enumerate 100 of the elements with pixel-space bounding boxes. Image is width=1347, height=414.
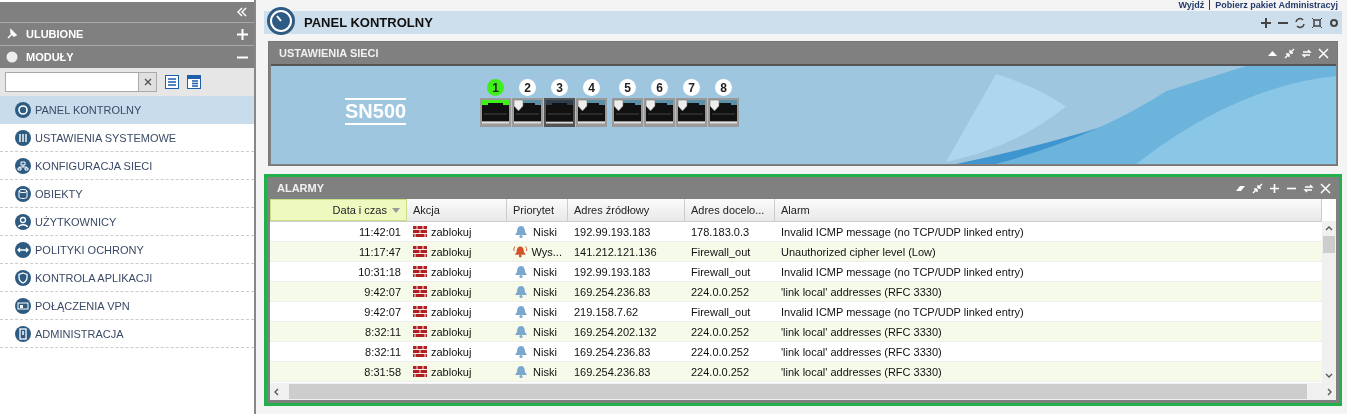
table-cell-text: 224.0.0.252 — [690, 325, 751, 338]
table-cell-text: Unauthorized cipher level (Low) — [780, 245, 937, 258]
pin-icon — [6, 28, 18, 40]
sidebar-item[interactable]: USTAWIENIA SYSTEMOWE — [0, 124, 254, 152]
sidebar-item[interactable]: PANEL KONTROLNY — [0, 96, 254, 124]
table-cell-text: Invalid ICMP message (no TCP/UDP linked entry) — [780, 225, 1025, 238]
scroll-down-icon[interactable] — [1325, 373, 1333, 378]
table-cell: zablokuj — [407, 345, 507, 358]
brick-wall-icon — [413, 346, 427, 357]
sliders-icon — [15, 129, 31, 146]
table-cell-text: 192.99.193.183 — [573, 225, 652, 238]
sidebar-item[interactable]: UŻYTKOWNICY — [0, 208, 254, 236]
table-cell-text: 224.0.0.252 — [690, 365, 751, 378]
panel-title: ALARMY — [277, 182, 326, 194]
close-icon[interactable] — [1320, 182, 1331, 194]
device-model: SN500 — [345, 98, 407, 125]
column-header[interactable]: Adres docelo... — [685, 199, 775, 221]
refresh-icon[interactable] — [1294, 16, 1306, 29]
column-header[interactable]: Priorytet — [507, 199, 568, 221]
user-icon — [15, 213, 31, 230]
ethernet-port-icon[interactable] — [612, 98, 644, 127]
brick-wall-icon — [413, 286, 427, 297]
brick-wall-icon — [413, 366, 427, 377]
column-header[interactable]: Adres źródłowy — [568, 199, 685, 221]
horizontal-scrollbar[interactable] — [270, 383, 1336, 400]
table-cell-text: Firewall_out — [690, 265, 752, 278]
tree-view-icon[interactable] — [187, 75, 201, 89]
database-icon — [15, 185, 31, 202]
table-cell-text: Firewall_out — [690, 245, 752, 258]
sidebar-item[interactable]: KONFIGURACJA SIECI — [0, 152, 254, 180]
port-number: 2 — [519, 79, 537, 96]
scroll-up-icon[interactable] — [1325, 226, 1333, 231]
shield-icon — [15, 269, 31, 286]
table-cell-text: 141.212.121.136 — [573, 245, 658, 258]
shrink-icon[interactable] — [1252, 182, 1263, 194]
table-cell: Niski — [507, 364, 568, 379]
table-cell-text: 11:17:47 — [358, 245, 402, 258]
sidebar-item[interactable]: POLITYKI OCHRONY — [0, 236, 254, 264]
port-number: 5 — [619, 79, 637, 96]
table-cell: zablokuj — [407, 365, 507, 378]
table-cell-text: 169.254.236.83 — [573, 345, 652, 358]
table-cell-text: 'link local' addresses (RFC 3330) — [780, 345, 943, 358]
table-cell-text: Invalid ICMP message (no TCP/UDP linked entry) — [780, 265, 1025, 278]
plus-icon — [237, 28, 248, 40]
table-cell-text: 219.158.7.62 — [573, 305, 640, 318]
ethernet-port-icon[interactable] — [480, 98, 512, 127]
brick-wall-icon — [413, 326, 427, 337]
sidebar-item[interactable]: KONTROLA APLIKACJI — [0, 264, 254, 292]
shrink-icon[interactable] — [1284, 47, 1295, 59]
column-header[interactable]: Akcja — [407, 199, 507, 221]
table-cell: zablokuj — [407, 305, 507, 318]
sidebar-item[interactable]: POŁĄCZENIA VPN — [0, 292, 254, 320]
table-cell: Niski — [507, 324, 568, 339]
table-cell-text: 169.254.236.83 — [573, 285, 652, 298]
port-number: 6 — [651, 79, 669, 96]
plus-icon[interactable] — [1260, 16, 1272, 29]
column-header[interactable]: Data i czas — [270, 199, 407, 221]
scroll-right-icon[interactable] — [1327, 387, 1332, 396]
section-header[interactable]: MODUŁY — [0, 45, 254, 68]
header-link[interactable]: Pobierz pakiet Administracyj — [1209, 0, 1338, 10]
ethernet-port-icon[interactable] — [576, 98, 608, 127]
port-number: 4 — [583, 79, 601, 96]
circle-icon — [6, 51, 18, 63]
collapse-icon[interactable] — [236, 7, 248, 17]
document-icon — [15, 325, 31, 342]
sort-down-icon — [392, 207, 400, 213]
panel-title: USTAWIENIA SIECI — [279, 47, 380, 59]
table-cell: zablokuj — [407, 245, 507, 258]
vertical-scrollbar[interactable] — [1322, 221, 1336, 383]
scroll-left-icon[interactable] — [274, 387, 279, 396]
sidebar-item[interactable]: OBIEKTY — [0, 180, 254, 208]
sidebar-item[interactable]: ADMINISTRACJA — [0, 320, 254, 348]
list-view-icon[interactable] — [165, 75, 179, 89]
ethernet-port-icon[interactable] — [544, 98, 576, 127]
table-cell-text: 'link local' addresses (RFC 3330) — [780, 365, 943, 378]
table-cell: Niski — [507, 224, 568, 239]
column-header[interactable]: Alarm — [775, 199, 1322, 221]
table-cell-text: 224.0.0.252 — [690, 345, 751, 358]
clear-icon[interactable] — [138, 73, 156, 91]
table-cell: Wys... — [507, 244, 568, 259]
header-link[interactable]: Wyjdź — [1178, 0, 1205, 10]
table-cell-text: Firewall_out — [690, 305, 752, 318]
table-cell-text: 192.99.193.183 — [573, 265, 652, 278]
fullscreen-icon[interactable] — [1311, 16, 1323, 29]
close-icon[interactable] — [1318, 47, 1329, 59]
search-field[interactable] — [5, 72, 157, 92]
table-cell-text: 11:42:01 — [358, 225, 402, 238]
table-cell-text: 'link local' addresses (RFC 3330) — [780, 285, 943, 298]
table-cell-text: 8:32:11 — [364, 325, 402, 338]
ethernet-port-icon[interactable] — [708, 98, 740, 127]
table-cell-text: 169.254.236.83 — [573, 365, 652, 378]
table-cell-text: 'link local' addresses (RFC 3330) — [780, 325, 943, 338]
speedometer-icon — [266, 5, 296, 36]
arrows-icon — [15, 241, 31, 258]
ethernet-port-icon[interactable] — [644, 98, 676, 127]
ethernet-port-icon[interactable] — [676, 98, 708, 127]
ethernet-port-icon[interactable] — [512, 98, 544, 127]
section-header[interactable]: ULUBIONE — [0, 22, 254, 45]
brick-wall-icon — [413, 246, 427, 257]
table-cell: zablokuj — [407, 285, 507, 298]
